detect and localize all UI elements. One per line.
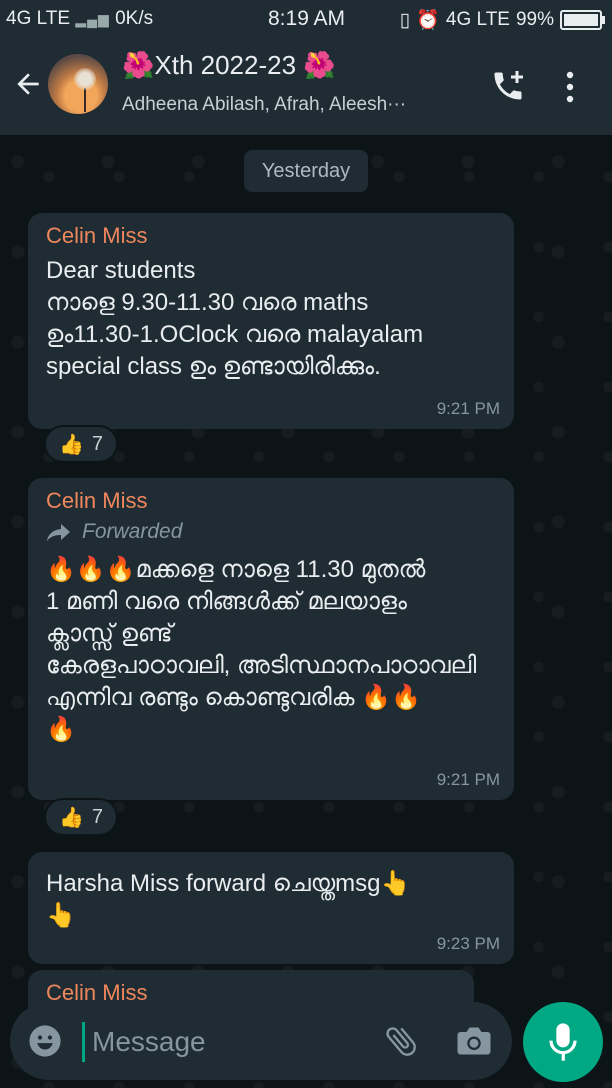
signal-icon: ▂▄▆ [75, 11, 110, 27]
camera-icon[interactable] [456, 1024, 492, 1058]
group-avatar[interactable] [48, 54, 108, 114]
group-title[interactable]: 🌺Xth 2022-23 🌺 [122, 50, 336, 81]
emoji-icon[interactable] [28, 1024, 62, 1058]
message-line: 🔥 [46, 714, 498, 746]
message-line-text: എന്നിവ രണ്ടും കൊണ്ടുവരിക [46, 684, 355, 711]
message-line: 👆 [46, 902, 76, 929]
group-members[interactable]: Adheena Abilash, Afrah, Aleesh··· [122, 94, 467, 116]
message-line: കേരളപാഠാവലി, അടിസ്ഥാനപാഠാവലി [46, 652, 477, 679]
group-name: Xth 2022-23 [154, 50, 297, 80]
battery-percent: 99% [515, 9, 554, 30]
reaction-count: 7 [91, 432, 104, 455]
message-composer [10, 1002, 512, 1080]
clock: 8:19 AM [268, 7, 346, 30]
message-time: 9:23 PM [436, 934, 500, 953]
fire-emoji: 🔥 [46, 716, 76, 743]
hibiscus-emoji: 🌺 [122, 50, 155, 80]
message-line: ക്ലാസ്സ് ഉണ്ട് [46, 620, 173, 647]
message-input[interactable] [90, 1020, 364, 1064]
message-text: 🔥🔥🔥മക്കളെ നാളെ 11.30 മുതൽ 1 മണി വരെ നിങ്… [46, 554, 498, 746]
message-line: special class ഉം ഉണ്ടായിരിക്കും. [46, 353, 381, 380]
message-line-text: മക്കളെ നാളെ 11.30 മുതൽ [135, 556, 426, 583]
reaction-badge[interactable]: 👍 7 [44, 798, 118, 836]
thumbs-up-icon: 👍 [58, 806, 84, 829]
sender-name[interactable]: Celin Miss [46, 488, 498, 514]
vibrate-icon: ▯ [399, 9, 411, 31]
network-type-right: 4G LTE [445, 9, 510, 30]
voice-record-button[interactable] [523, 1002, 603, 1082]
data-speed: 0K/s [115, 8, 154, 29]
message-line: നാളെ 9.30-11.30 വരെ maths [46, 289, 369, 316]
message-bubble[interactable]: Celin Miss Dear students നാളെ 9.30-11.30… [28, 213, 514, 429]
sender-name[interactable]: Celin Miss [46, 223, 498, 249]
status-left: 4G LTE ▂▄▆ 0K/s [6, 8, 153, 30]
more-options-icon[interactable] [560, 70, 580, 104]
message-time: 9:21 PM [436, 770, 500, 789]
message-line: 1 മണി വരെ നിങ്ങൾക്ക് മലയാളം [46, 588, 407, 615]
forwarded-label: Forwarded [46, 520, 498, 544]
back-arrow-icon[interactable] [12, 68, 44, 100]
forward-arrow-icon [47, 524, 70, 541]
thumbs-up-icon: 👍 [58, 433, 84, 456]
fire-emoji: 🔥🔥🔥 [46, 556, 136, 583]
message-line: Dear students [46, 257, 196, 284]
forwarded-text: Forwarded [82, 520, 183, 543]
attach-icon[interactable] [382, 1022, 420, 1060]
reaction-count: 7 [91, 805, 104, 828]
message-time: 9:21 PM [436, 399, 500, 418]
message-line: Harsha Miss forward ചെയ്തmsg👆 [46, 870, 411, 897]
message-line: ഉം11.30-1.OClock വരെ malayalam [46, 321, 424, 348]
reaction-badge[interactable]: 👍 7 [44, 425, 118, 463]
message-line: 🔥🔥🔥മക്കളെ നാളെ 11.30 മുതൽ [46, 554, 498, 586]
message-text: Dear students നാളെ 9.30-11.30 വരെ maths … [46, 255, 498, 383]
status-bar: 4G LTE ▂▄▆ 0K/s 8:19 AM ▯ ⏰ 4G LTE 99% [0, 0, 612, 36]
text-cursor [82, 1022, 85, 1062]
battery-icon [560, 10, 605, 30]
message-bubble[interactable]: Celin Miss Forwarded 🔥🔥🔥മക്കളെ നാളെ 11.3… [28, 478, 514, 800]
message-bubble[interactable]: Harsha Miss forward ചെയ്തmsg👆 👆 9:23 PM [28, 852, 514, 964]
alarm-icon: ⏰ [416, 10, 440, 31]
network-type: 4G LTE [6, 8, 71, 29]
hibiscus-emoji: 🌺 [303, 50, 336, 80]
chat-header: 🌺Xth 2022-23 🌺 Adheena Abilash, Afrah, A… [0, 36, 612, 135]
status-right: ▯ ⏰ 4G LTE 99% [399, 8, 605, 32]
microphone-icon [549, 1023, 577, 1061]
date-separator: Yesterday [244, 150, 368, 192]
add-call-icon[interactable] [490, 68, 526, 104]
message-line: എന്നിവ രണ്ടും കൊണ്ടുവരിക 🔥🔥 [46, 682, 498, 714]
fire-emoji: 🔥🔥 [361, 684, 421, 711]
message-text: Harsha Miss forward ചെയ്തmsg👆 👆 [46, 868, 498, 932]
